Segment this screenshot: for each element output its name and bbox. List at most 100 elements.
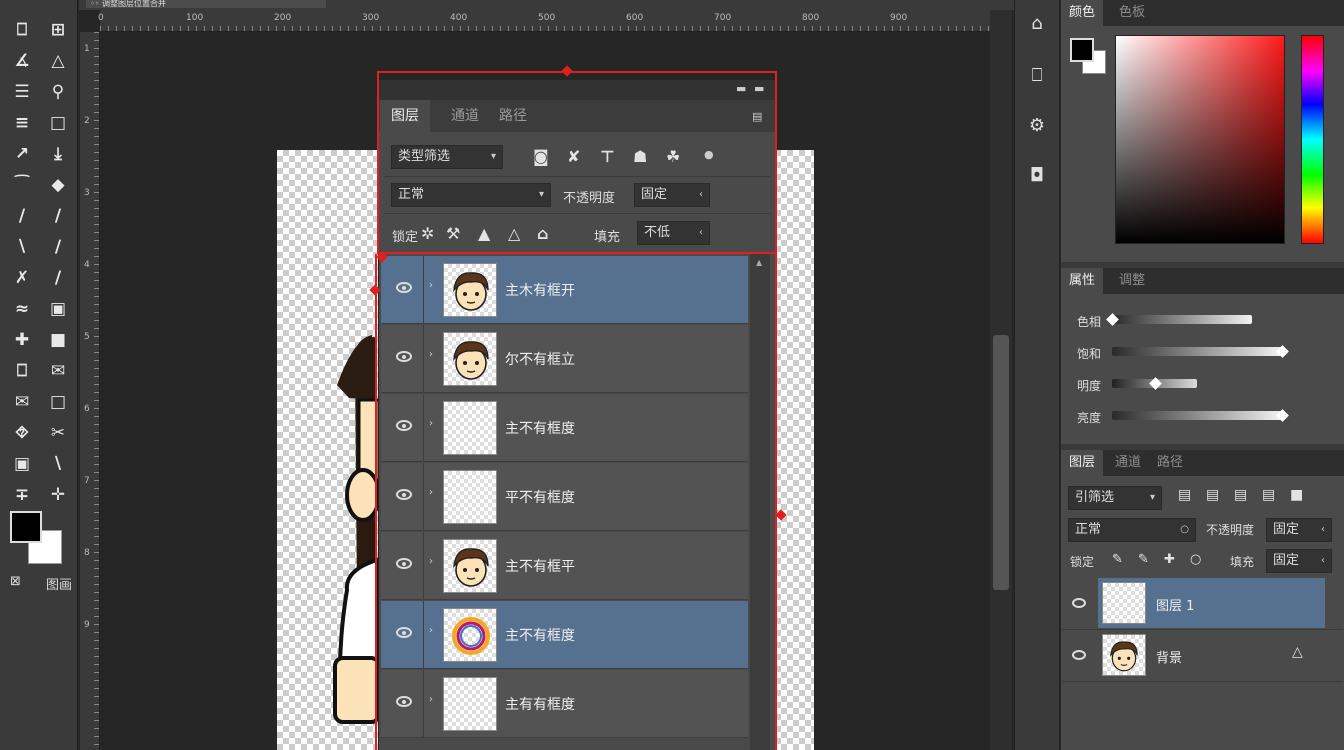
- layer-thumbnail: [443, 332, 497, 386]
- bg-eraser-icon[interactable]: ∕: [45, 265, 71, 291]
- hand-tool-icon[interactable]: ∓: [9, 482, 35, 508]
- tab-color[interactable]: 颜色: [1061, 0, 1104, 26]
- quick-mask-icon[interactable]: ⊠: [10, 574, 21, 589]
- visibility-eye-icon[interactable]: [396, 420, 412, 431]
- dodge-tool-icon[interactable]: ⎕: [9, 358, 35, 384]
- layer-row[interactable]: › 主不有框度: [381, 394, 748, 462]
- paint-bucket-icon[interactable]: ▣: [45, 296, 71, 322]
- blur-tool-icon[interactable]: ✚: [9, 327, 35, 353]
- type-tool-icon[interactable]: ⯑: [9, 420, 35, 446]
- ruler-tick-label: 700: [714, 13, 732, 23]
- tab-paths[interactable]: 路径: [1149, 450, 1191, 476]
- gradient-tool-icon[interactable]: ≈: [9, 296, 35, 322]
- history-brush-icon[interactable]: ∕: [45, 234, 71, 260]
- path-select-icon[interactable]: ✂: [45, 420, 71, 446]
- color-picker-field[interactable]: [1115, 35, 1285, 244]
- visibility-eye-icon[interactable]: [396, 558, 412, 569]
- line-tool-icon[interactable]: ∖: [45, 451, 71, 477]
- magic-wand-icon[interactable]: ⚲: [45, 79, 71, 105]
- patch-tool-icon[interactable]: ◆: [45, 172, 71, 198]
- burn-tool-icon[interactable]: ✉: [45, 358, 71, 384]
- tab-adjustments[interactable]: 调整: [1111, 268, 1153, 294]
- visibility-eye-icon[interactable]: [1072, 650, 1086, 660]
- rp-lock-transparent-icon[interactable]: ✎: [1112, 552, 1123, 567]
- visibility-eye-icon[interactable]: [396, 351, 412, 362]
- settings-icon[interactable]: ⚙: [1022, 110, 1052, 140]
- move-tool-icon[interactable]: ⎕: [9, 17, 35, 43]
- layer-row[interactable]: › 主木有框开: [381, 256, 748, 324]
- polygon-lasso-icon[interactable]: △: [45, 48, 71, 74]
- tab-swatches[interactable]: 色板: [1111, 0, 1153, 26]
- tab-properties[interactable]: 属性: [1061, 268, 1104, 294]
- rp-layer-kind-filter[interactable]: 引筛选 ▾: [1068, 486, 1162, 510]
- zoom-tool-icon[interactable]: ✛: [45, 482, 71, 508]
- artboard-tool-icon[interactable]: ⊞: [45, 17, 71, 43]
- slider-track[interactable]: [1112, 315, 1252, 324]
- layer-row[interactable]: › 尔不有框立: [381, 325, 748, 393]
- selection-bounding-box[interactable]: [377, 71, 777, 254]
- brush-tool-icon[interactable]: ∕: [9, 203, 35, 229]
- slice-tool-icon[interactable]: ≡: [9, 110, 35, 136]
- layer-row[interactable]: › 主有有框度: [381, 670, 748, 738]
- color-panel-foreground-swatch[interactable]: [1070, 38, 1094, 62]
- chevron-right-icon[interactable]: ›: [429, 280, 433, 291]
- layer-list-scrollbar[interactable]: [750, 254, 770, 750]
- clone-stamp-icon[interactable]: ∖: [9, 234, 35, 260]
- rp-layer-row[interactable]: 图层 1: [1062, 578, 1343, 630]
- crop-tool-icon[interactable]: ☰: [9, 79, 35, 105]
- chevron-right-icon[interactable]: ›: [429, 487, 433, 498]
- rp-filter-type-icon[interactable]: ▤: [1234, 487, 1247, 503]
- visibility-eye-icon[interactable]: [396, 627, 412, 638]
- freeform-pen-icon[interactable]: □: [45, 389, 71, 415]
- rp-opacity-field[interactable]: 固定 ‹: [1266, 518, 1332, 542]
- scrollbar-thumb[interactable]: [993, 335, 1009, 590]
- chevron-right-icon[interactable]: ›: [429, 349, 433, 360]
- rp-filter-pixel-icon[interactable]: ▤: [1178, 487, 1191, 503]
- visibility-eye-icon[interactable]: [396, 282, 412, 293]
- scroll-up-icon[interactable]: ▲: [756, 258, 762, 267]
- history-icon[interactable]: ⌂: [1022, 8, 1052, 38]
- visibility-eye-icon[interactable]: [396, 489, 412, 500]
- rp-layer-row[interactable]: 背景 △: [1062, 630, 1343, 682]
- healing-brush-icon[interactable]: ⁀: [9, 172, 35, 198]
- rp-lock-position-icon[interactable]: ✚: [1164, 552, 1175, 567]
- layer-row[interactable]: › 主不有框度: [381, 601, 748, 669]
- chevron-right-icon[interactable]: ›: [429, 556, 433, 567]
- screen-mode-button[interactable]: 图画: [46, 574, 72, 593]
- rp-filter-smart-icon[interactable]: ■: [1290, 487, 1303, 503]
- visibility-eye-icon[interactable]: [1072, 598, 1086, 608]
- rp-lock-all-icon[interactable]: ○: [1190, 552, 1201, 567]
- tab-channels[interactable]: 通道: [1107, 450, 1149, 476]
- ruler-tool-icon[interactable]: ⤓: [45, 141, 71, 167]
- visibility-eye-icon[interactable]: [396, 696, 412, 707]
- eraser-tool-icon[interactable]: ✗: [9, 265, 35, 291]
- chevron-right-icon[interactable]: ›: [429, 694, 433, 705]
- pen-tool-icon[interactable]: ✉: [9, 389, 35, 415]
- rp-fill-field[interactable]: 固定 ‹: [1266, 549, 1332, 573]
- properties-icon[interactable]: ⎕: [1022, 60, 1052, 90]
- frame-tool-icon[interactable]: □: [45, 110, 71, 136]
- vertical-ruler[interactable]: [80, 32, 100, 750]
- layer-row[interactable]: › 平不有框度: [381, 463, 748, 531]
- rp-filter-shape-icon[interactable]: ▤: [1262, 487, 1275, 503]
- rp-blend-mode-select[interactable]: 正常 ○: [1068, 518, 1196, 542]
- chevron-right-icon[interactable]: ›: [429, 625, 433, 636]
- pencil-tool-icon[interactable]: ∕: [45, 203, 71, 229]
- foreground-color-swatch[interactable]: [10, 511, 42, 543]
- chevron-right-icon[interactable]: ›: [429, 418, 433, 429]
- layer-row[interactable]: › 主不有框平: [381, 532, 748, 600]
- eyedropper-icon[interactable]: ↗: [9, 141, 35, 167]
- document-tab[interactable]: ◦◦ 调整图层位置合并: [86, 0, 326, 8]
- camera-icon[interactable]: ◘: [1022, 160, 1052, 190]
- tab-layers[interactable]: 图层: [1061, 450, 1104, 476]
- hue-slider[interactable]: [1301, 35, 1324, 244]
- rp-lock-image-icon[interactable]: ✎: [1138, 552, 1149, 567]
- ruler-tick-label: 400: [450, 13, 468, 23]
- slider-track[interactable]: [1112, 347, 1282, 356]
- rectangle-tool-icon[interactable]: ▣: [9, 451, 35, 477]
- rp-filter-adjust-icon[interactable]: ▤: [1206, 487, 1219, 503]
- slider-track[interactable]: [1112, 411, 1282, 420]
- lasso-tool-icon[interactable]: ∡: [9, 48, 35, 74]
- sharpen-tool-icon[interactable]: ■: [45, 327, 71, 353]
- divider: [423, 463, 424, 531]
